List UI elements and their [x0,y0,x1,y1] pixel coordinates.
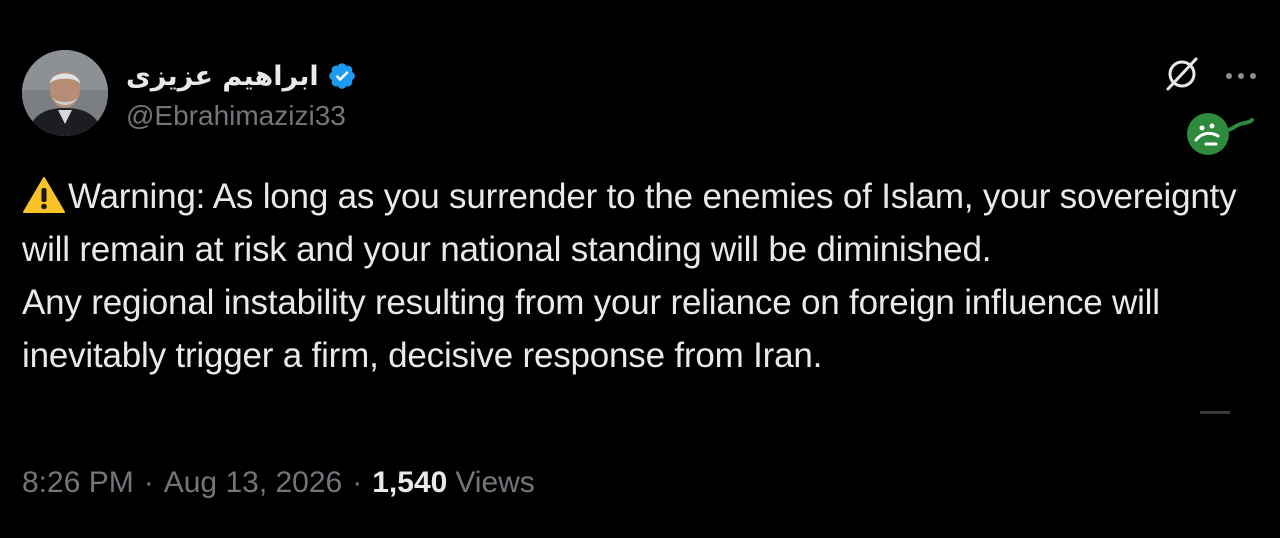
more-icon[interactable] [1224,68,1258,86]
meta-separator: · [352,466,363,499]
author-identity: ابراهیم عزیزی @Ebrahimazizi33 [126,54,357,132]
name-row: ابراهیم عزیزی [126,54,357,98]
views-count[interactable]: 1,540 [372,466,447,500]
avatar[interactable] [22,50,108,136]
khabar-fori-logo-icon [1186,108,1254,160]
tweet-paragraph-1: Warning: As long as you surrender to the… [22,170,1242,276]
verified-badge-icon [327,61,357,91]
tweet-card: ابراهیم عزیزی @Ebrahimazizi33 Warning: A… [0,0,1280,538]
grok-icon[interactable] [1162,54,1202,99]
tweet-header: ابراهیم عزیزی @Ebrahimazizi33 [22,50,357,136]
meta-separator: · [143,466,154,499]
tweet-date[interactable]: Aug 13, 2026 [164,466,343,500]
views-label[interactable]: Views [455,466,534,500]
decorative-dots [1200,402,1230,414]
warning-icon [22,176,66,214]
tweet-text: Warning: As long as you surrender to the… [22,170,1242,382]
author-handle[interactable]: @Ebrahimazizi33 [126,100,357,132]
tweet-meta: 8:26 PM · Aug 13, 2026 · 1,540 Views [22,466,535,500]
display-name[interactable]: ابراهیم عزیزی [126,61,319,92]
top-actions [1162,54,1258,99]
tweet-paragraph-1-text: Warning: As long as you surrender to the… [22,177,1237,269]
tweet-time[interactable]: 8:26 PM [22,466,134,500]
tweet-paragraph-2: Any regional instability resulting from … [22,283,1160,375]
